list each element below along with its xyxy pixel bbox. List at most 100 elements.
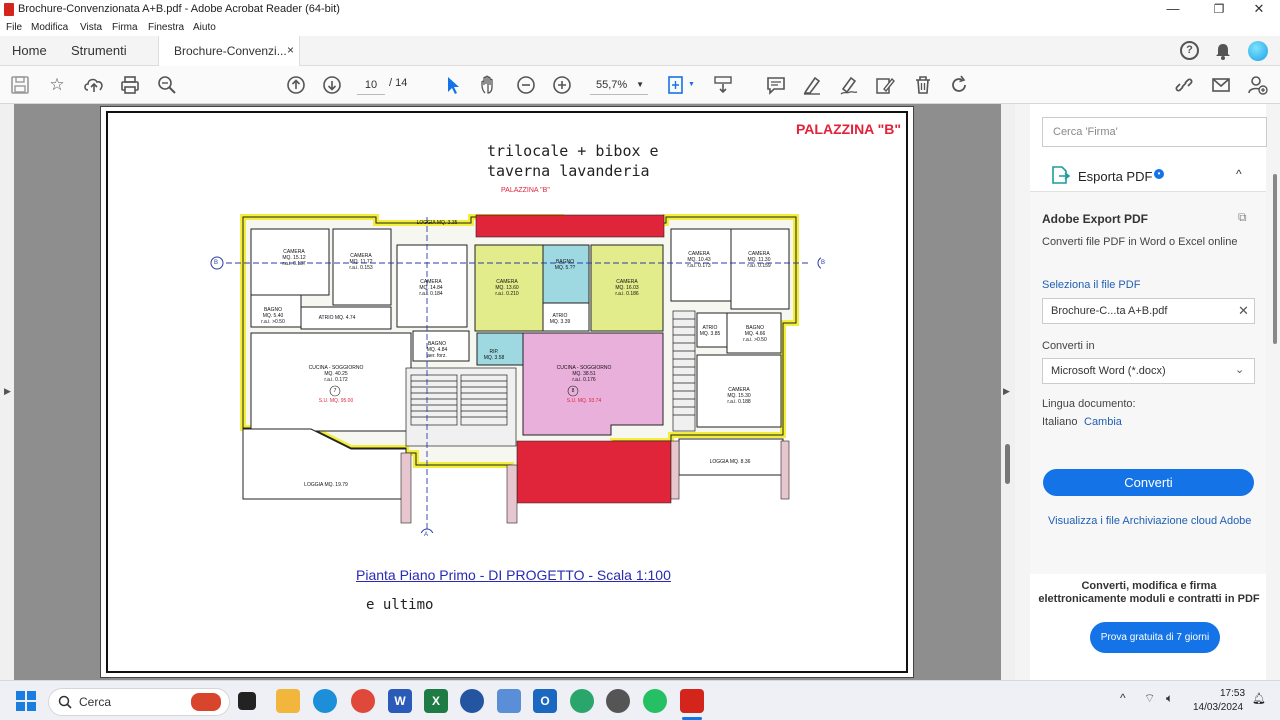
- rotate-icon[interactable]: [948, 74, 970, 96]
- select-cursor-icon[interactable]: [442, 74, 464, 96]
- heading-line-1: trilocale + bibox e: [487, 142, 659, 160]
- room-label: CAMERA MQ. 14.84 r.a.i. 0.184: [419, 279, 443, 297]
- adobe-export-title: Adobe Export PDF: [1042, 212, 1149, 226]
- app-icon[interactable]: [606, 689, 630, 713]
- clock-time[interactable]: 17:53: [1220, 688, 1245, 699]
- add-user-icon[interactable]: [1246, 74, 1268, 96]
- collapse-right-panel-icon[interactable]: ▶: [1003, 386, 1010, 397]
- notifications-bell-icon[interactable]: [1214, 42, 1232, 60]
- outlook-icon[interactable]: O: [533, 689, 557, 713]
- unit-area-8: S.U. MQ. 93.74: [566, 398, 602, 404]
- acrobat-app-icon: [4, 3, 14, 16]
- chevron-down-icon: ▼: [636, 80, 644, 89]
- unit-number-8: 8: [571, 388, 575, 394]
- info-badge-icon: •: [1154, 169, 1164, 179]
- close-window-button[interactable]: ✕: [1236, 0, 1280, 20]
- help-icon[interactable]: ?: [1180, 41, 1199, 60]
- selected-file-field[interactable]: Brochure-C...ta A+B.pdf ✕: [1042, 298, 1255, 324]
- comment-icon[interactable]: [765, 74, 787, 96]
- left-panel-toggle[interactable]: ▶: [0, 104, 14, 680]
- file-explorer-icon[interactable]: [276, 689, 300, 713]
- expand-left-icon[interactable]: ▶: [4, 386, 11, 397]
- whatsapp-icon[interactable]: [643, 689, 667, 713]
- window-title: Brochure-Convenzionata A+B.pdf - Adobe A…: [18, 3, 340, 15]
- plan-caption: Pianta Piano Primo - DI PROGETTO - Scala…: [356, 567, 671, 583]
- task-view-icon[interactable]: [238, 692, 256, 710]
- find-zoom-icon[interactable]: [156, 74, 178, 96]
- highlight-pen-icon[interactable]: [801, 74, 823, 96]
- cloud-files-link[interactable]: Visualizza i file Archiviazione cloud Ad…: [1048, 515, 1251, 527]
- language-change-link[interactable]: Cambia: [1084, 416, 1122, 428]
- page-number-input[interactable]: 10: [357, 75, 385, 95]
- minimize-button[interactable]: —: [1150, 0, 1196, 20]
- section-marker-a: A: [424, 532, 429, 538]
- tools-search-input[interactable]: Cerca 'Firma': [1042, 117, 1267, 147]
- tab-tools[interactable]: Strumenti: [71, 43, 127, 58]
- wifi-icon[interactable]: ⌔: [1144, 691, 1155, 706]
- clear-file-icon[interactable]: ✕: [1238, 303, 1249, 319]
- loggia-bottom-red: [516, 440, 672, 504]
- convert-format-select[interactable]: Microsoft Word (*.docx) ⌄: [1042, 358, 1255, 384]
- notification-center-icon[interactable]: 🔔︎: [1252, 692, 1266, 705]
- room-label: RIP. MQ. 3.58: [483, 349, 505, 361]
- room-label: BAGNO MQ. 4.66 r.a.i. >0.50: [743, 325, 767, 343]
- chrome-icon[interactable]: [351, 689, 375, 713]
- tab-bar: Home Strumenti Brochure-Convenzi... × ?: [0, 36, 1280, 66]
- print-icon[interactable]: [119, 74, 141, 96]
- page-fit-chevron-icon[interactable]: ▼: [688, 81, 695, 88]
- acrobat-taskbar-icon[interactable]: [680, 689, 704, 713]
- word-icon[interactable]: W: [388, 689, 412, 713]
- scrollbar-thumb[interactable]: [1005, 444, 1010, 484]
- collapse-chevron-icon[interactable]: ^: [1236, 167, 1242, 181]
- promo-section: Converti, modifica e firma elettronicame…: [1030, 574, 1266, 680]
- export-pdf-title: Esporta PDF: [1078, 169, 1153, 184]
- menu-finestra[interactable]: Finestra: [148, 22, 184, 33]
- tab-home[interactable]: Home: [12, 43, 47, 58]
- panel-scrollbar-thumb[interactable]: [1273, 174, 1277, 344]
- volume-icon[interactable]: 🔈︎: [1166, 691, 1173, 706]
- room-label: CUCINA - SOGGIORNO MQ. 38.51 r.a.i. 0.17…: [556, 365, 612, 383]
- page-fit-icon[interactable]: [665, 74, 687, 96]
- bookmark-star-icon[interactable]: ☆: [46, 74, 68, 96]
- convert-button[interactable]: Converti: [1043, 469, 1254, 496]
- export-pdf-header[interactable]: Esporta PDF • ^: [1030, 160, 1266, 192]
- share-link-icon[interactable]: [1173, 74, 1195, 96]
- next-page-icon[interactable]: [321, 74, 343, 96]
- tray-chevron-icon[interactable]: ^: [1120, 691, 1126, 705]
- maps-icon[interactable]: [570, 689, 594, 713]
- delete-trash-icon[interactable]: [912, 74, 934, 96]
- clock-date[interactable]: 14/03/2024: [1193, 702, 1243, 713]
- fill-sign-icon[interactable]: [874, 74, 896, 96]
- menu-aiuto[interactable]: Aiuto: [193, 22, 216, 33]
- excel-icon[interactable]: X: [424, 689, 448, 713]
- menu-vista[interactable]: Vista: [80, 22, 102, 33]
- zoom-in-icon[interactable]: [551, 74, 573, 96]
- teamviewer-icon[interactable]: [460, 689, 484, 713]
- edge-icon[interactable]: [313, 689, 337, 713]
- zoom-out-icon[interactable]: [515, 74, 537, 96]
- save-icon[interactable]: [9, 74, 31, 96]
- menu-firma[interactable]: Firma: [112, 22, 138, 33]
- scroll-mode-icon[interactable]: [712, 74, 734, 96]
- copy-icon[interactable]: ⧉: [1238, 210, 1247, 225]
- previous-page-icon[interactable]: [285, 74, 307, 96]
- windows-start-icon[interactable]: [16, 691, 36, 711]
- select-file-link[interactable]: Seleziona il file PDF: [1042, 279, 1140, 291]
- tab-document[interactable]: Brochure-Convenzi... ×: [158, 36, 300, 66]
- room-label: LOGGIA MQ. 3.35: [416, 220, 458, 226]
- menu-file[interactable]: File: [6, 22, 22, 33]
- snipping-tool-icon[interactable]: [497, 689, 521, 713]
- free-trial-button[interactable]: Prova gratuita di 7 giorni: [1090, 622, 1220, 653]
- zoom-level-select[interactable]: 55,7% ▼: [590, 75, 648, 95]
- taskbar-search[interactable]: Cerca: [48, 688, 230, 716]
- tab-close-icon[interactable]: ×: [287, 43, 294, 57]
- avatar[interactable]: [1248, 41, 1268, 61]
- hand-tool-icon[interactable]: [478, 74, 500, 96]
- sign-icon[interactable]: [838, 74, 860, 96]
- email-icon[interactable]: [1210, 74, 1232, 96]
- document-scrollbar[interactable]: ▶: [1001, 104, 1015, 680]
- right-panel-content: Cerca 'Firma' Esporta PDF • ^ Adobe Expo…: [1030, 104, 1277, 680]
- menu-modifica[interactable]: Modifica: [31, 22, 68, 33]
- upload-cloud-icon[interactable]: [83, 74, 105, 96]
- windows-taskbar: Cerca W X O ^ ⌔ 🔈︎ 17:53 14/03/2024 🔔︎: [0, 680, 1280, 720]
